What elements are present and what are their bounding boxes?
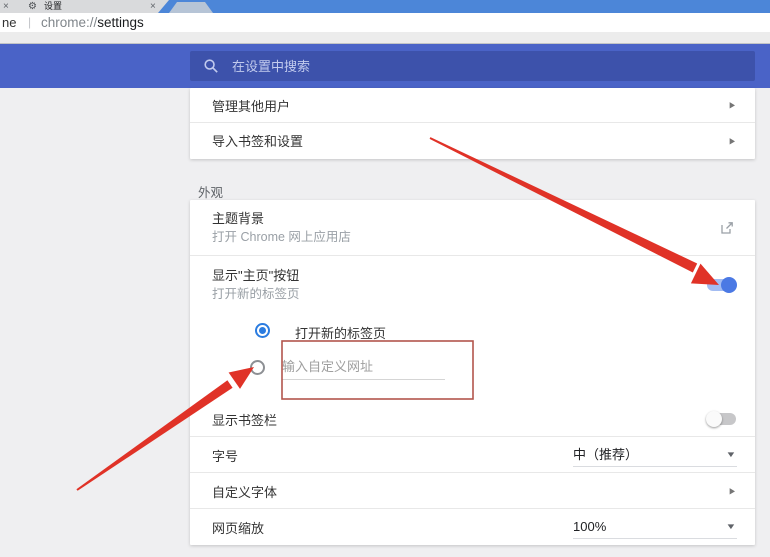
search-icon	[203, 58, 219, 74]
row-customize-fonts[interactable]: 自定义字体 ▶	[190, 474, 755, 509]
open-in-new-icon[interactable]	[719, 220, 735, 236]
row-label: 字号	[212, 446, 238, 465]
toolbar-band	[0, 32, 770, 44]
dropdown-value: 100%	[573, 519, 606, 534]
gear-icon: ⚙	[28, 0, 37, 13]
chevron-right-icon: ▶	[730, 486, 735, 496]
row-title: 主题背景	[212, 211, 735, 227]
section-label-appearance: 外观	[198, 182, 223, 201]
tab-strip: × ⚙ 设置 ×	[0, 0, 770, 13]
row-label: 网页缩放	[212, 518, 264, 537]
row-manage-other-users[interactable]: 管理其他用户 ▶	[190, 88, 755, 123]
address-bar: ne | chrome://settings	[0, 13, 770, 32]
row-show-home-button: 显示"主页"按钮 打开新的标签页	[190, 257, 755, 312]
dropdown-arrow-icon: ▼	[725, 450, 736, 459]
toggle-knob	[706, 411, 722, 427]
url-fragment: ne	[2, 13, 16, 32]
url-separator: |	[28, 13, 31, 32]
window-frame	[158, 0, 770, 13]
radio-new-tab-page[interactable]	[255, 323, 270, 338]
settings-header	[0, 44, 770, 88]
row-theme[interactable]: 主题背景 打开 Chrome 网上应用店	[190, 200, 755, 256]
people-card: 管理其他用户 ▶ 导入书签和设置 ▶	[190, 88, 755, 159]
chrome-settings-window: × ⚙ 设置 × ne | chrome://settings 管理其他用户 ▶…	[0, 0, 770, 557]
chevron-right-icon: ▶	[730, 100, 735, 110]
row-label: 显示书签栏	[212, 410, 277, 429]
chevron-right-icon: ▶	[730, 136, 735, 146]
row-subtitle: 打开 Chrome 网上应用店	[212, 229, 735, 245]
row-subtitle: 打开新的标签页	[212, 286, 735, 302]
row-import-bookmarks[interactable]: 导入书签和设置 ▶	[190, 123, 755, 158]
url-scheme: chrome://	[41, 15, 97, 30]
radio-custom-url[interactable]	[250, 360, 265, 375]
url-path: settings	[97, 15, 144, 30]
radio-label: 打开新的标签页	[295, 323, 386, 342]
dropdown-arrow-icon: ▼	[725, 522, 736, 531]
search-input[interactable]	[232, 59, 712, 74]
settings-search-box[interactable]	[190, 51, 755, 81]
tab-title[interactable]: 设置	[44, 0, 62, 13]
tab-close-icon[interactable]: ×	[150, 0, 156, 13]
row-font-size: 字号 中（推荐） ▼	[190, 438, 755, 473]
toggle-knob	[721, 277, 737, 293]
row-page-zoom: 网页缩放 100% ▼	[190, 510, 755, 545]
home-button-toggle[interactable]	[707, 279, 736, 291]
row-label: 自定义字体	[212, 482, 277, 501]
partial-tab-close-icon[interactable]: ×	[3, 0, 9, 13]
page-zoom-dropdown[interactable]: 100% ▼	[573, 517, 737, 539]
row-radio-new-tab: 打开新的标签页	[190, 312, 755, 350]
custom-url-input[interactable]	[282, 359, 445, 380]
row-show-bookmarks-bar: 显示书签栏	[190, 402, 755, 437]
row-label: 导入书签和设置	[212, 131, 303, 150]
dropdown-value: 中（推荐）	[573, 447, 638, 462]
bookmarks-bar-toggle[interactable]	[707, 413, 736, 425]
row-title: 显示"主页"按钮	[212, 268, 735, 284]
omnibox[interactable]: chrome://settings	[41, 13, 144, 32]
font-size-dropdown[interactable]: 中（推荐） ▼	[573, 445, 737, 467]
row-radio-custom-url	[190, 350, 755, 402]
row-label: 管理其他用户	[212, 96, 290, 115]
appearance-card: 主题背景 打开 Chrome 网上应用店 显示"主页"按钮 打开新的标签页 打开…	[190, 200, 755, 545]
